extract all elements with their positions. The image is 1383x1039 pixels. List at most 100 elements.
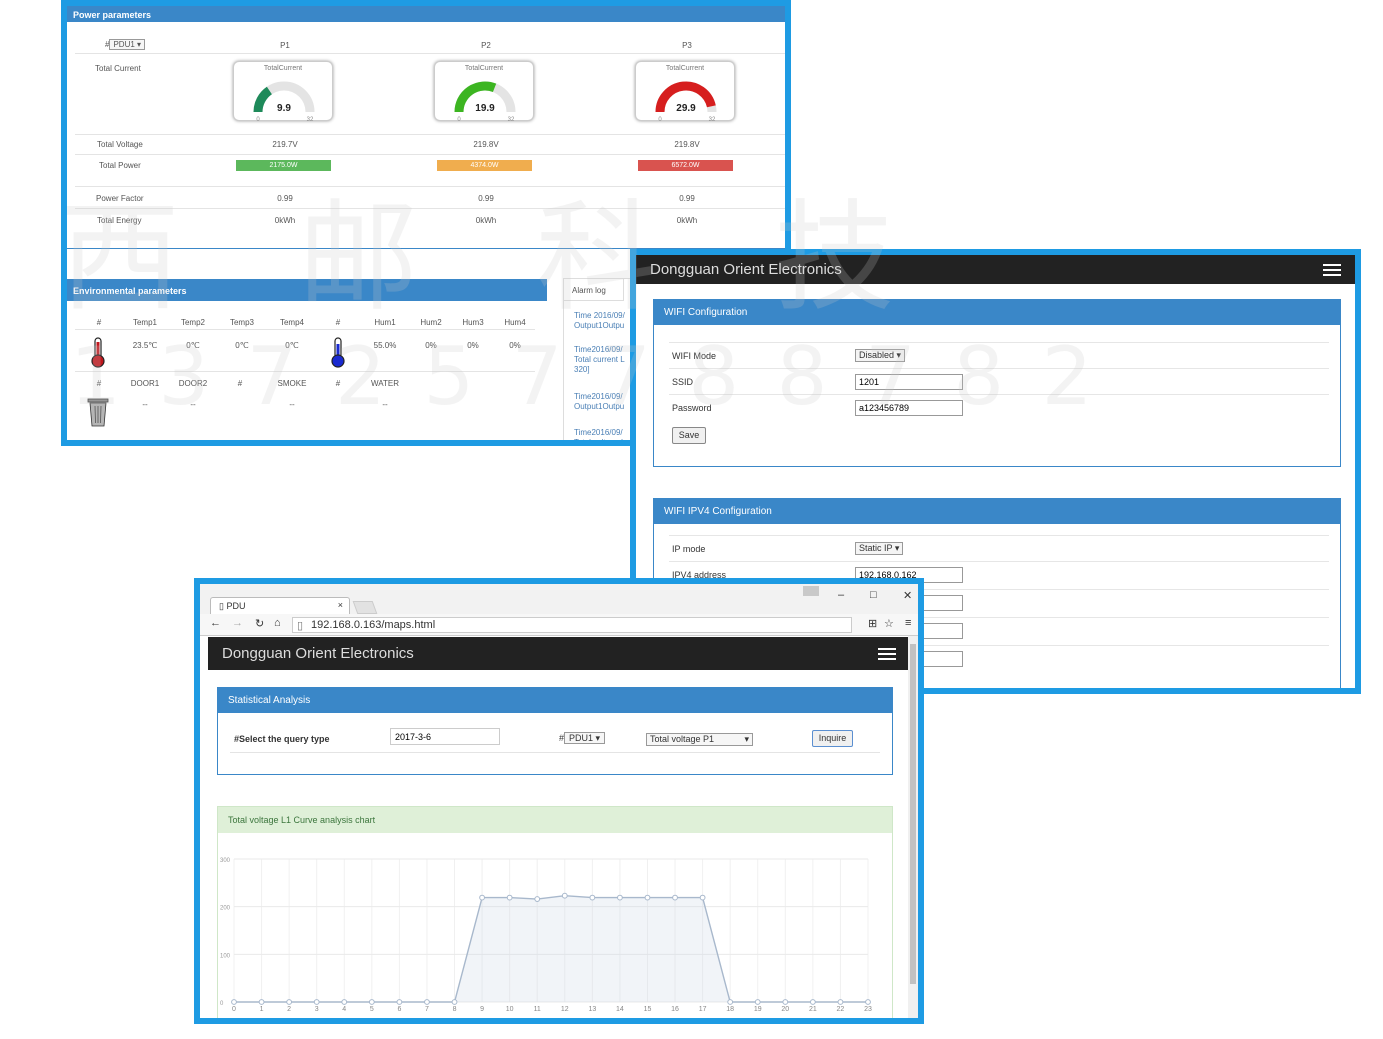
alarm-log-tab[interactable]: Alarm log	[564, 279, 624, 301]
x-tick-label: 23	[864, 1006, 872, 1013]
gauge-dial-icon: 9.9 0 32	[253, 81, 315, 122]
inquire-button[interactable]: Inquire	[812, 730, 853, 747]
energy-value: 0kWh	[475, 216, 497, 225]
data-point	[561, 892, 568, 899]
vertical-scrollbar[interactable]	[908, 636, 918, 1018]
data-point	[837, 999, 844, 1005]
x-tick-label: 20	[781, 1006, 789, 1013]
date-input[interactable]	[390, 728, 500, 745]
scrollbar-thumb[interactable]	[910, 644, 916, 984]
browser-window: ▯ PDU × – □ ✕ ← → ↻ ⌂ ▯ 192.168.0.163/ma…	[194, 578, 924, 1024]
temp3-value: 0℃	[235, 341, 249, 350]
new-tab-button[interactable]	[352, 601, 378, 614]
gauge-min: 0	[256, 117, 260, 122]
voltage-area-chart: 01002003000 1 2 3 4 5 6 7 8 9 10 11 12 13 14 15 16 17 18 19…	[220, 858, 872, 1013]
translate-icon[interactable]: ⊞	[868, 617, 877, 630]
x-tick-label: 16	[671, 1006, 679, 1013]
pdu-select[interactable]: # PDU1 ▾	[559, 732, 606, 744]
wifi-configuration-title: WIFI Configuration	[654, 300, 1340, 325]
environmental-parameters-title: Environmental parameters	[67, 279, 547, 301]
power-bar-p1: 2175.0W	[236, 160, 331, 171]
env-header: #	[96, 379, 102, 388]
env-header: Hum1	[374, 318, 396, 327]
close-window-icon[interactable]: ✕	[903, 589, 912, 602]
save-button[interactable]: Save	[672, 427, 706, 444]
query-type-select[interactable]: Total voltage P1 ▾	[646, 733, 753, 746]
wifi-mode-value: Disabled	[859, 350, 895, 360]
phase-header: P1	[280, 41, 290, 50]
data-point	[644, 894, 651, 901]
total-energy-row: Total Energy 0kWh 0kWh 0kWh	[75, 208, 785, 230]
voltage-value: 219.8V	[674, 140, 700, 149]
x-tick-label: 11	[534, 1006, 541, 1013]
y-tick-label: 100	[220, 953, 231, 959]
hum4-value: 0%	[509, 341, 521, 350]
gauge-dial-icon: 19.9 0 32	[454, 81, 516, 122]
data-point	[809, 999, 816, 1005]
env-header: Hum4	[504, 318, 526, 327]
wifi-mode-select[interactable]: Disabled ▾	[855, 349, 906, 362]
env-header: #	[335, 318, 341, 327]
reload-icon[interactable]: ↻	[255, 617, 264, 630]
query-type-value: Total voltage P1	[650, 734, 715, 744]
hum3-value: 0%	[467, 341, 479, 350]
pdu-selector-label: PDU1	[113, 40, 135, 49]
bookmark-star-icon[interactable]: ☆	[884, 617, 894, 630]
current-gauge-p3: TotalCurrent 29.9 0 32	[635, 61, 735, 122]
env-header: Hum2	[420, 318, 442, 327]
alarm-entry[interactable]: Time 2016/09/ Output1Outpu	[574, 311, 625, 331]
data-point	[313, 999, 320, 1005]
x-tick-label: 21	[809, 1006, 817, 1013]
alarm-entry[interactable]: Time2016/09/ Total current L 320]	[574, 345, 625, 375]
env-header: WATER	[371, 379, 399, 388]
app-navbar: Dongguan Orient Electronics	[636, 255, 1355, 284]
row-divider	[75, 371, 535, 372]
gauge-dial-icon: 29.9 0 32	[655, 81, 717, 122]
browser-menu-icon[interactable]: ≡	[905, 617, 911, 629]
data-point	[699, 894, 706, 901]
env-header: DOOR2	[178, 379, 208, 388]
x-tick-label: 1	[260, 1006, 264, 1013]
pdu-selector-value[interactable]: PDU1 ▾	[109, 39, 146, 50]
pdu-selector[interactable]: # PDU1 ▾	[105, 39, 146, 50]
menu-toggle-icon[interactable]	[878, 648, 896, 660]
data-point	[424, 999, 430, 1005]
back-icon[interactable]: ←	[210, 617, 221, 629]
profile-icon[interactable]	[803, 586, 819, 596]
url-field[interactable]: ▯ 192.168.0.163/maps.html	[292, 617, 852, 633]
home-icon[interactable]: ⌂	[274, 617, 281, 629]
password-input[interactable]	[855, 400, 963, 416]
statistical-analysis-panel: Statistical Analysis #Select the query t…	[217, 687, 893, 775]
hum2-value: 0%	[425, 341, 437, 350]
power-factor-value: 0.99	[478, 194, 494, 203]
gauge-fill	[253, 86, 273, 113]
app-navbar: Dongguan Orient Electronics	[208, 637, 910, 670]
x-tick-label: 7	[425, 1006, 429, 1013]
forward-icon[interactable]: →	[232, 617, 243, 629]
x-tick-label: 8	[453, 1006, 457, 1013]
alarm-entry-line: Total voltage l	[574, 438, 623, 446]
gauge-max: 32	[709, 117, 716, 122]
ssid-input[interactable]	[855, 374, 963, 390]
browser-tab[interactable]: ▯ PDU ×	[210, 597, 350, 614]
x-tick-label: 3	[315, 1006, 319, 1013]
total-voltage-label: Total Voltage	[97, 140, 143, 149]
alarm-entry[interactable]: Time2016/09/ Output1Outpu	[574, 392, 624, 412]
phase-header: P3	[682, 41, 692, 50]
pdu-select-value: PDU1	[569, 733, 594, 743]
power-bar-p3: 6572.0W	[638, 160, 733, 171]
y-tick-label: 300	[220, 858, 231, 864]
page-icon: ▯	[297, 620, 304, 632]
menu-toggle-icon[interactable]	[1323, 264, 1341, 276]
alarm-entry-line: Time 2016/09/	[574, 311, 625, 320]
browser-tabstrip: ▯ PDU × – □ ✕	[200, 584, 918, 614]
alarm-entry[interactable]: Time2016/09/ Total voltage l	[574, 428, 623, 446]
minimize-icon[interactable]: –	[838, 589, 844, 601]
x-tick-label: 17	[699, 1006, 707, 1013]
x-tick-label: 4	[342, 1006, 346, 1013]
maximize-icon[interactable]: □	[870, 589, 877, 601]
ip-mode-select[interactable]: Static IP ▾	[855, 542, 904, 555]
total-power-row: Total Power 2175.0W 4374.0W 6572.0W	[75, 154, 785, 176]
env-header: Hum3	[462, 318, 484, 327]
close-tab-icon[interactable]: ×	[338, 600, 343, 610]
